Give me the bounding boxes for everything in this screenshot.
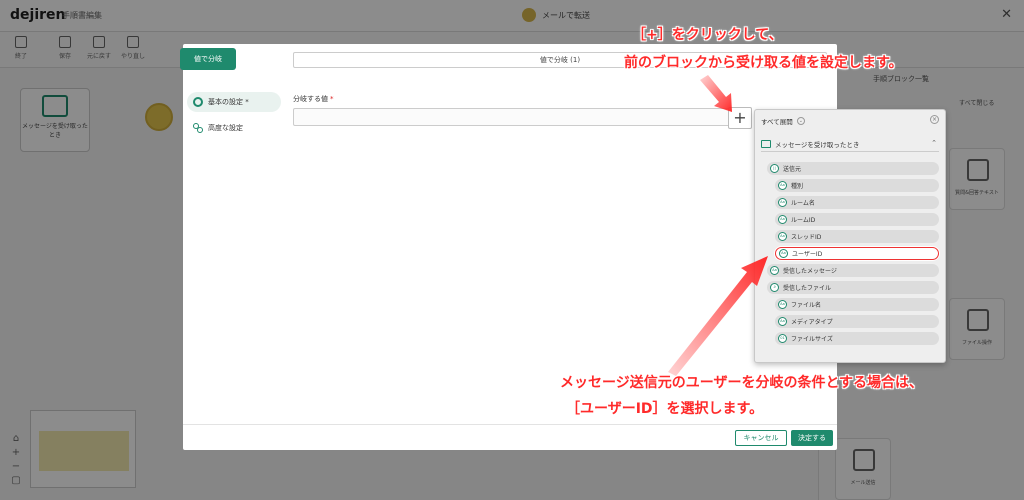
picker-item-label: ユーザーID	[792, 251, 823, 258]
picker-item-label: メディアタイプ	[791, 319, 833, 326]
sidebar-item-label: 基本の設定 *	[208, 98, 249, 106]
picker-item[interactable]: Aa ルームID	[775, 213, 939, 226]
picker-item-label: ルーム名	[791, 200, 815, 207]
footer-divider	[183, 424, 837, 425]
picker-item-label: ルームID	[791, 217, 816, 224]
sidebar-item-basic-settings[interactable]: 基本の設定 *	[187, 92, 281, 112]
picker-item[interactable]: || 送信元	[767, 162, 939, 175]
cancel-button[interactable]: キャンセル	[735, 430, 787, 446]
picker-item-label: 受信したファイル	[783, 285, 832, 292]
text-icon: Aa	[778, 232, 787, 241]
picker-item-label: 受信したメッセージ	[783, 268, 837, 275]
picker-item-label: 種別	[791, 183, 804, 190]
picker-item[interactable]: 01 ファイルサイズ	[775, 332, 939, 345]
picker-item[interactable]: Aa 種別	[775, 179, 939, 192]
text-icon: Aa	[770, 266, 779, 275]
expand-all-toggle[interactable]: すべて展開 ⌄	[761, 116, 805, 126]
picker-item[interactable]: ∂ 受信したファイル	[767, 281, 939, 294]
picker-item[interactable]: Aa ファイル名	[775, 298, 939, 311]
message-icon	[761, 139, 771, 148]
chevron-up-icon: ⌃	[931, 139, 937, 147]
required-mark: *	[330, 95, 334, 103]
picker-item-label: ファイルサイズ	[791, 336, 833, 343]
number-icon: 01	[778, 334, 787, 343]
nodes-icon	[193, 123, 203, 133]
picker-item[interactable]: Aa スレッドID	[775, 230, 939, 243]
sidebar-item-advanced-settings[interactable]: 高度な設定	[187, 118, 281, 138]
picker-item-label: スレッドID	[791, 234, 822, 241]
sidebar-item-label: 高度な設定	[208, 124, 243, 132]
annotation-top-line1: ［+］をクリックして、	[632, 27, 783, 43]
chevron-down-icon: ⌄	[796, 117, 805, 125]
picker-item[interactable]: Aa メディアタイプ	[775, 315, 939, 328]
add-value-button[interactable]: +	[728, 107, 752, 129]
text-icon: Aa	[778, 317, 787, 326]
picker-section-message-received[interactable]: メッセージを受け取ったとき ⌃	[761, 136, 939, 152]
annotation-bottom-line2: ［ユーザーID］を選択します。	[566, 401, 764, 417]
gear-icon	[193, 97, 203, 107]
text-icon: Aa	[778, 198, 787, 207]
clip-icon: ∂	[770, 283, 779, 292]
group-icon: ||	[770, 164, 779, 173]
picker-item[interactable]: Aa ユーザーID	[775, 247, 939, 260]
branch-value-field[interactable]	[293, 108, 733, 126]
picker-item-label: 送信元	[783, 166, 802, 173]
confirm-button[interactable]: 決定する	[791, 430, 833, 446]
picker-item[interactable]: Aa 受信したメッセージ	[767, 264, 939, 277]
branch-value-label: 分岐する値 *	[293, 95, 334, 103]
picker-item[interactable]: Aa ルーム名	[775, 196, 939, 209]
annotation-top-line2: 前のブロックから受け取る値を設定します。	[624, 55, 903, 71]
annotation-bottom-line1: メッセージ送信元のユーザーを分岐の条件とする場合は、	[560, 375, 924, 391]
text-icon: Aa	[778, 181, 787, 190]
modal-tab-branch-by-value[interactable]: 値で分岐	[180, 48, 236, 70]
value-picker-popup: すべて展開 ⌄ × メッセージを受け取ったとき ⌃ || 送信元 Aa 種別 Aa ルーム…	[754, 109, 946, 363]
picker-item-label: ファイル名	[791, 302, 822, 309]
text-icon: Aa	[779, 249, 788, 258]
text-icon: Aa	[778, 300, 787, 309]
close-icon[interactable]: ×	[930, 115, 939, 124]
text-icon: Aa	[778, 215, 787, 224]
